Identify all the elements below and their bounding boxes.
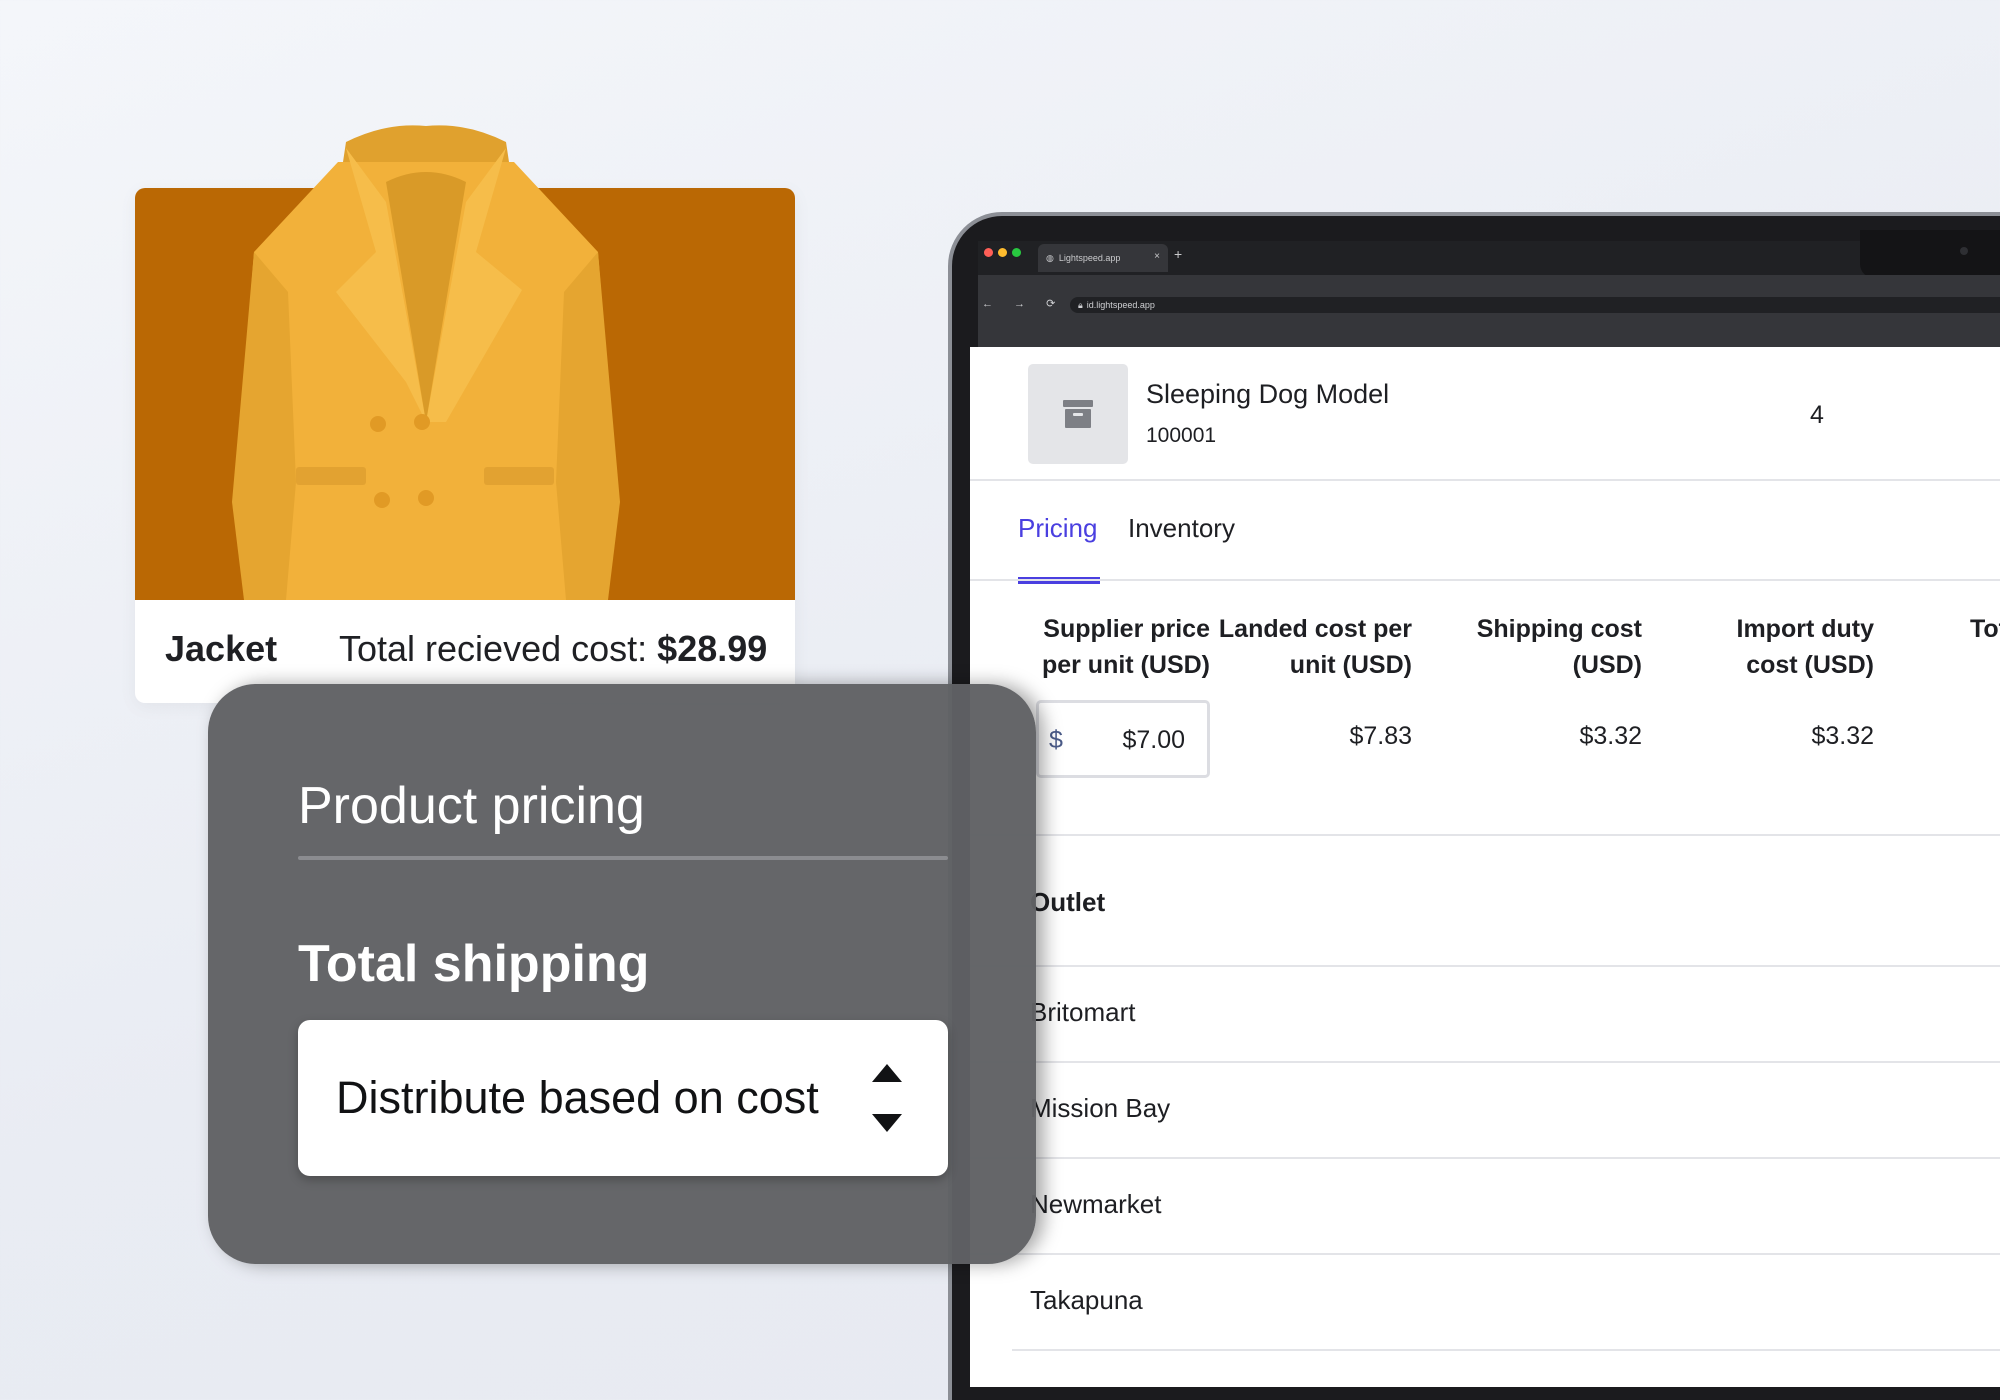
tab-inventory[interactable]: Inventory bbox=[1128, 513, 1235, 544]
lock-icon: 🔒︎ bbox=[1078, 299, 1083, 310]
select-value: Distribute based on cost bbox=[336, 1072, 819, 1123]
divider bbox=[970, 1061, 2000, 1063]
archive-box-icon bbox=[1063, 400, 1093, 428]
card-product-label: Jacket bbox=[165, 628, 278, 669]
camera-notch bbox=[1860, 230, 2000, 278]
url-text: id.lightspeed.app bbox=[1086, 300, 1155, 310]
outlet-row[interactable]: Mission Bay bbox=[1030, 1093, 1170, 1124]
browser-tab-title: Lightspeed.app bbox=[1058, 253, 1121, 263]
card-total-cost: Total recieved cost: $28.99 bbox=[339, 628, 768, 669]
maximize-window-dot[interactable] bbox=[1012, 248, 1021, 257]
jacket-image bbox=[232, 125, 620, 600]
supplier-price-input[interactable]: $ $7.00 bbox=[1036, 700, 1210, 778]
header-total-truncated: Tot bbox=[1970, 615, 2000, 643]
header-landed-cost: Landed cost per unit (USD) bbox=[1218, 615, 1412, 679]
total-shipping-label: Total shipping bbox=[298, 935, 650, 993]
divider bbox=[970, 479, 2000, 481]
outlet-row[interactable]: Britomart bbox=[1030, 997, 1135, 1028]
divider bbox=[970, 579, 2000, 581]
close-window-dot[interactable] bbox=[984, 248, 993, 257]
shipping-cost-value: $3.32 bbox=[1579, 722, 1642, 750]
header-import-duty: Import duty cost (USD) bbox=[1736, 615, 1875, 679]
new-tab-icon[interactable]: + bbox=[1174, 246, 1182, 262]
globe-icon: ◍ bbox=[1046, 252, 1054, 263]
panel-title: Product pricing bbox=[298, 777, 645, 835]
browser-tab-bar: ◍ Lightspeed.app × + bbox=[978, 241, 2000, 275]
product-thumbnail bbox=[1028, 364, 1128, 464]
import-duty-value: $3.32 bbox=[1811, 722, 1874, 750]
chevron-up-icon bbox=[872, 1064, 902, 1082]
outlet-row[interactable]: Newmarket bbox=[1030, 1189, 1161, 1220]
url-field[interactable]: 🔒︎ id.lightspeed.app bbox=[1070, 297, 2000, 313]
browser-address-bar: ← → ⟳ ⌂ 🔒︎ id.lightspeed.app bbox=[978, 275, 2000, 347]
product-quantity: 4 bbox=[1810, 401, 1824, 429]
app-screen: Sleeping Dog Model 100001 4 Pricing Inve… bbox=[970, 347, 2000, 1387]
divider bbox=[1012, 1349, 2000, 1351]
outlet-row[interactable]: Takapuna bbox=[1030, 1285, 1143, 1316]
landed-cost-value: $7.83 bbox=[1349, 722, 1412, 750]
chevron-down-icon bbox=[872, 1114, 902, 1132]
divider bbox=[970, 1253, 2000, 1255]
tab-pricing[interactable]: Pricing bbox=[1018, 513, 1097, 544]
panel-divider bbox=[298, 856, 948, 860]
divider bbox=[970, 965, 2000, 967]
tab-close-icon[interactable]: × bbox=[1154, 251, 1160, 262]
product-pricing-panel: Product pricing Total shipping Distribut… bbox=[208, 684, 1036, 1264]
camera-icon bbox=[1960, 247, 1968, 255]
divider bbox=[970, 1157, 2000, 1159]
shipping-distribution-select[interactable]: Distribute based on cost bbox=[298, 1020, 948, 1176]
product-name: Sleeping Dog Model bbox=[1146, 379, 1390, 409]
supplier-price-value: $7.00 bbox=[1122, 726, 1185, 754]
divider bbox=[970, 834, 2000, 836]
outlet-header: Outlet bbox=[1030, 887, 1106, 917]
product-sku: 100001 bbox=[1146, 424, 1217, 447]
browser-tab[interactable]: ◍ Lightspeed.app × bbox=[1038, 244, 1168, 272]
currency-symbol: $ bbox=[1049, 726, 1063, 754]
header-shipping-cost: Shipping cost (USD) bbox=[1476, 615, 1642, 679]
header-supplier-price: Supplier price per unit (USD) bbox=[1041, 615, 1210, 679]
minimize-window-dot[interactable] bbox=[998, 248, 1007, 257]
